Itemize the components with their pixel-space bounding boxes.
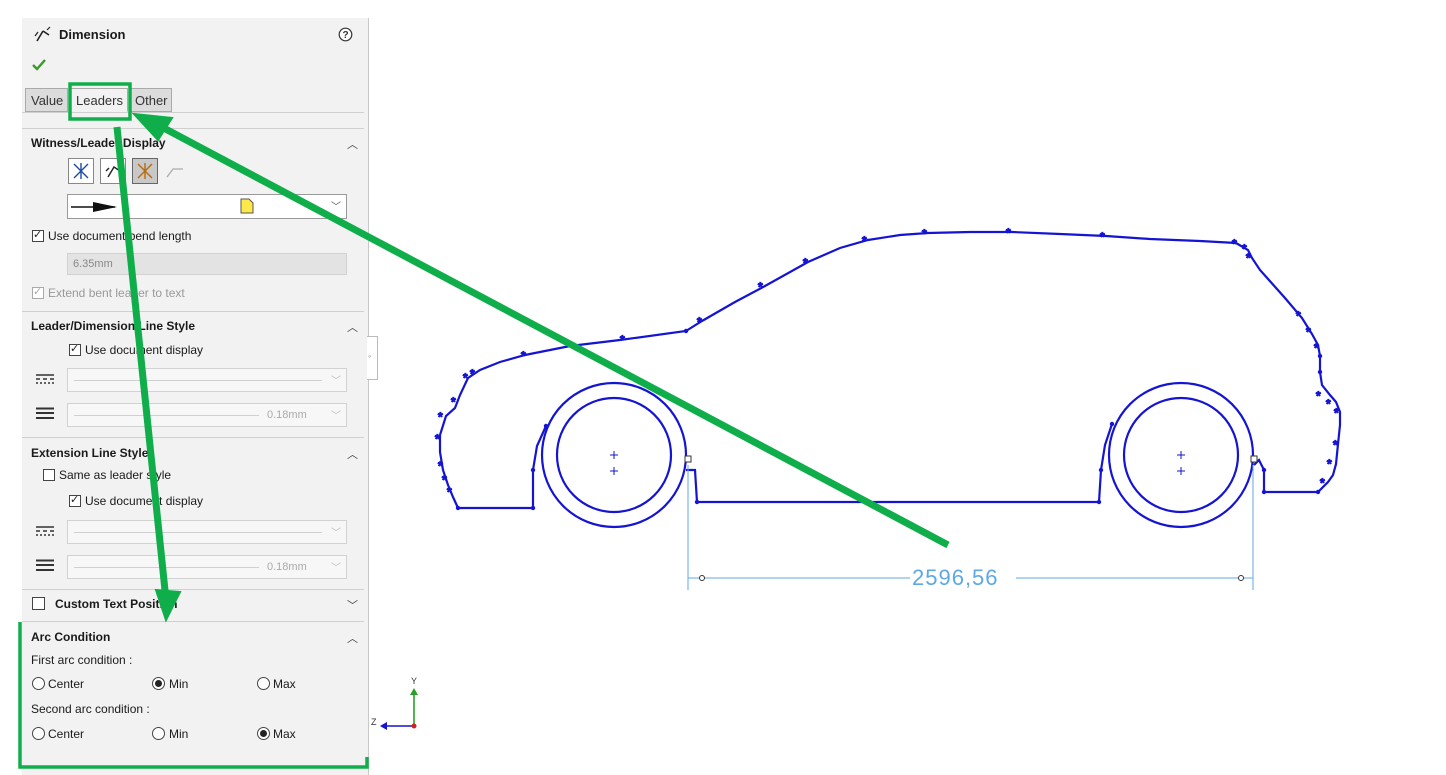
svg-text:*: * [620, 333, 625, 347]
svg-text:*: * [1006, 226, 1011, 240]
svg-text:*: * [470, 367, 475, 381]
svg-text:*: * [1333, 438, 1338, 452]
svg-text:*: * [463, 371, 468, 385]
sketch-point-markers: * * * * * * * * * * * * * * * * * * * * … [434, 225, 1339, 499]
svg-text:*: * [1246, 251, 1251, 265]
svg-text:*: * [1296, 309, 1301, 323]
svg-text:*: * [862, 234, 867, 248]
svg-text:*: * [758, 280, 763, 294]
svg-text:*: * [1334, 406, 1339, 420]
svg-text:*: * [697, 315, 702, 329]
svg-text:*: * [1316, 389, 1321, 403]
svg-text:*: * [438, 459, 443, 473]
car-sketch-profile[interactable] [438, 230, 1342, 529]
svg-text:*: * [1100, 230, 1105, 244]
graphics-area: * * * * * * * * * * * * * * * * * * * * … [18, 82, 1342, 769]
svg-text:*: * [435, 432, 440, 446]
svg-text:*: * [1326, 397, 1331, 411]
highlight-annotations [18, 82, 950, 769]
svg-text:*: * [1232, 237, 1237, 251]
svg-text:*: * [1314, 341, 1319, 355]
svg-text:*: * [1306, 325, 1311, 339]
triad-y-label: Y [411, 676, 418, 686]
triad-z-label: Z [371, 717, 377, 727]
svg-text:*: * [803, 256, 808, 270]
arc-grip-left[interactable] [684, 455, 692, 463]
svg-text:*: * [451, 395, 456, 409]
svg-text:*: * [438, 410, 443, 424]
svg-text:*: * [1320, 476, 1325, 490]
svg-text:*: * [922, 227, 927, 241]
dimension-value[interactable]: 2596,56 [912, 565, 999, 591]
wheel-center-markers [610, 451, 1185, 475]
arc-grip-right[interactable] [1250, 455, 1258, 463]
axis-triad [380, 688, 418, 730]
svg-text:*: * [1327, 457, 1332, 471]
svg-text:*: * [447, 485, 452, 499]
svg-text:*: * [521, 349, 526, 363]
